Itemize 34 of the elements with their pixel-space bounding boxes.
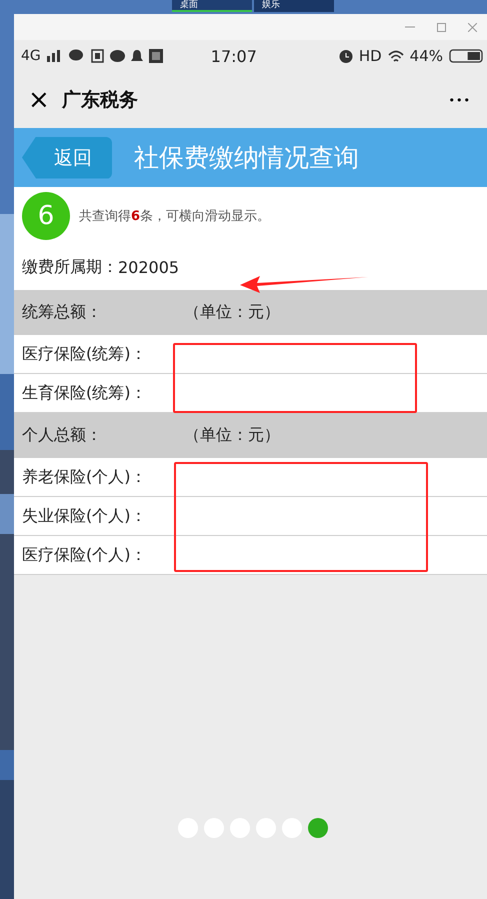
period-value: 202005 <box>118 258 180 277</box>
minimize-icon[interactable] <box>405 26 415 28</box>
bell-icon <box>130 50 143 62</box>
network-label: 4G <box>21 48 41 64</box>
insurance-label: 医疗保险(统筹)： <box>22 344 146 364</box>
battery-icon <box>449 49 483 63</box>
battery-percent: 44% <box>410 47 443 65</box>
page-title: 广东税务 <box>62 88 139 113</box>
close-button[interactable]: × <box>28 87 50 113</box>
hd-label: HD <box>358 47 382 65</box>
wifi-icon <box>388 50 404 62</box>
insurance-label: 养老保险(个人)： <box>22 466 146 488</box>
chat-icon <box>68 49 85 63</box>
close-icon[interactable] <box>468 22 477 32</box>
period-label: 缴费所属期： <box>22 257 118 278</box>
app-icon <box>148 49 163 63</box>
insurance-label: 失业保险(个人)： <box>22 506 146 526</box>
signal-icon <box>46 50 63 62</box>
header-title: 社保费缴纳情况查询 <box>134 142 359 174</box>
more-button[interactable]: ••• <box>448 94 471 106</box>
count-badge: 6 <box>22 192 70 240</box>
unit-label: （单位：元） <box>184 425 280 446</box>
section-label: 统筹总额： <box>22 302 102 323</box>
alarm-icon <box>338 49 353 63</box>
app-icon <box>90 49 104 63</box>
insurance-label: 生育保险(统筹)： <box>22 382 146 404</box>
summary-text: 共查询得6条，可横向滑动显示。 <box>79 208 270 225</box>
insurance-label: 医疗保险(个人)： <box>22 544 146 566</box>
message-icon <box>110 50 125 62</box>
pager-dot[interactable] <box>308 818 328 838</box>
status-time: 17:07 <box>210 46 258 66</box>
section-label: 个人总额： <box>22 425 102 446</box>
unit-label: （单位：元） <box>184 302 280 323</box>
maximize-icon[interactable] <box>437 22 446 32</box>
